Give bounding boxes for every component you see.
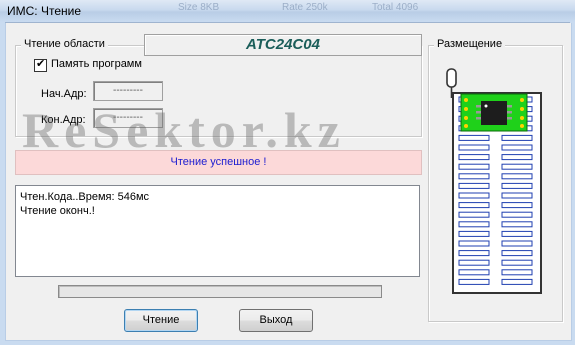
- checkmark-icon: ✔: [36, 58, 46, 70]
- socket-pin-left: [458, 230, 490, 237]
- socket-pin-left: [458, 173, 490, 180]
- end-address-field[interactable]: ---------: [93, 108, 163, 128]
- socket-pin-left: [458, 278, 490, 285]
- status-text: Чтение успешное !: [170, 156, 267, 168]
- socket-pin-left: [458, 221, 490, 228]
- socket-pin-right: [501, 221, 533, 228]
- zif-socket: [443, 67, 545, 299]
- background-title-ghost: Rate 250k: [282, 2, 328, 13]
- zif-socket-diagram: [446, 68, 542, 294]
- read-area-group-title: Чтение области: [21, 38, 108, 50]
- socket-pin-right: [501, 192, 533, 199]
- program-memory-checkbox[interactable]: ✔: [34, 58, 47, 72]
- placement-group-title: Размещение: [434, 38, 506, 50]
- socket-pin-left: [458, 182, 490, 189]
- log-box[interactable]: Чтен.Кода..Время: 546мс Чтение оконч.!: [15, 185, 420, 277]
- socket-pin-right: [501, 269, 533, 276]
- program-memory-label[interactable]: Память программ: [51, 58, 142, 70]
- window-title: ИМС: Чтение: [7, 4, 81, 18]
- ims-read-dialog: ИМС: Чтение Size 8KB Rate 250k Total 409…: [0, 0, 575, 345]
- socket-pin-right: [501, 144, 533, 151]
- exit-button[interactable]: Выход: [239, 309, 313, 332]
- socket-pin-right: [501, 230, 533, 237]
- socket-pin-left: [458, 259, 490, 266]
- background-title-ghost: Size 8KB: [178, 2, 220, 13]
- start-address-field[interactable]: ---------: [93, 81, 163, 101]
- socket-pin-right: [501, 134, 533, 141]
- socket-pin-right: [501, 173, 533, 180]
- socket-pin-left: [458, 163, 490, 170]
- progress-bar: [58, 285, 382, 298]
- eeprom-chip-icon: [460, 93, 528, 132]
- socket-pin-left: [458, 240, 490, 247]
- socket-pin-left: [458, 269, 490, 276]
- background-title-ghost: Total 4096: [372, 2, 419, 13]
- socket-pin-right: [501, 278, 533, 285]
- socket-pin-right: [501, 202, 533, 209]
- end-address-label: Кон.Адр:: [41, 114, 86, 126]
- socket-pin-right: [501, 211, 533, 218]
- socket-pin-right: [501, 154, 533, 161]
- socket-pin-right: [501, 250, 533, 257]
- socket-pin-left: [458, 250, 490, 257]
- socket-pin-left: [458, 202, 490, 209]
- socket-pin-right: [501, 163, 533, 170]
- socket-pin-left: [458, 192, 490, 199]
- socket-pin-right: [501, 240, 533, 247]
- socket-pin-left: [458, 154, 490, 161]
- socket-pin-left: [458, 211, 490, 218]
- chip-name-display: ATC24C04: [144, 34, 422, 56]
- socket-pin-right: [501, 259, 533, 266]
- log-line: Чтение оконч.!: [20, 205, 95, 217]
- status-panel: Чтение успешное !: [15, 150, 422, 175]
- log-line: Чтен.Кода..Время: 546мс: [20, 191, 150, 203]
- title-bar[interactable]: ИМС: Чтение Size 8KB Rate 250k Total 409…: [0, 0, 575, 23]
- socket-pin-right: [501, 182, 533, 189]
- start-address-label: Нач.Адр:: [41, 88, 87, 100]
- socket-pin-left: [458, 144, 490, 151]
- socket-pin-left: [458, 134, 490, 141]
- read-button[interactable]: Чтение: [124, 309, 198, 332]
